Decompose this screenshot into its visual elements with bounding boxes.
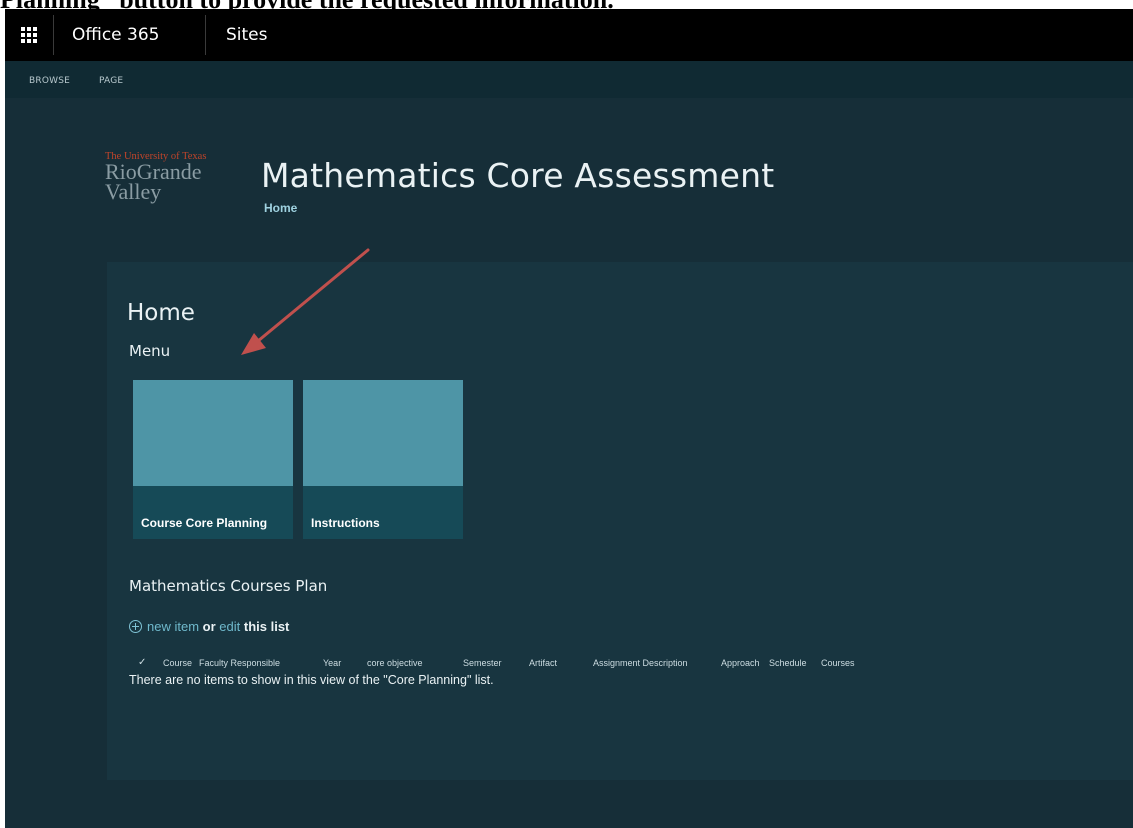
ribbon-tab-browse[interactable]: BROWSE	[29, 61, 70, 98]
suite-divider	[53, 15, 54, 55]
tile-image-area	[133, 380, 293, 486]
column-header-courses[interactable]: Courses	[821, 658, 855, 668]
select-all-check-icon[interactable]: ✓	[138, 657, 146, 668]
column-header-schedule[interactable]: Schedule	[769, 658, 807, 668]
utrgv-logo[interactable]: The University of Texas RioGrande Valley	[105, 151, 245, 211]
column-header-artifact[interactable]: Artifact	[529, 658, 557, 668]
menu-title: Menu	[129, 342, 171, 360]
logo-line-3: Valley	[105, 179, 162, 204]
tile-caption-area	[133, 486, 293, 539]
content-panel: Home Menu Course Core Planning Instructi…	[107, 262, 1133, 780]
tile-caption-area	[303, 486, 463, 539]
column-header-assignment-description[interactable]: Assignment Description	[593, 658, 688, 668]
sites-link[interactable]: Sites	[226, 9, 268, 61]
site-canvas: The University of Texas RioGrande Valley…	[5, 98, 1133, 828]
tile-instructions[interactable]: Instructions	[303, 380, 463, 539]
column-header-approach[interactable]: Approach	[721, 658, 760, 668]
waffle-icon	[21, 27, 37, 43]
or-text: or	[202, 619, 216, 634]
edit-list-link[interactable]: edit	[219, 619, 240, 634]
tile-course-core-planning[interactable]: Course Core Planning	[133, 380, 293, 539]
list-actions: new item or edit this list	[129, 619, 289, 634]
breadcrumb-home-link[interactable]: Home	[264, 201, 297, 215]
add-circle-icon[interactable]	[129, 620, 142, 633]
tile-image-area	[303, 380, 463, 486]
list-empty-message: There are no items to show in this view …	[129, 673, 494, 687]
ribbon-bar: BROWSE PAGE	[5, 61, 1133, 98]
tile-label: Instructions	[311, 516, 380, 530]
column-header-semester[interactable]: Semester	[463, 658, 502, 668]
browser-frame: Office 365 Sites BROWSE PAGE The Univers…	[0, 9, 1133, 828]
this-list-text: this list	[243, 619, 290, 634]
new-item-link[interactable]: new item	[147, 619, 199, 634]
column-header-year[interactable]: Year	[323, 658, 341, 668]
office365-brand-link[interactable]: Office 365	[72, 9, 159, 61]
suite-bar: Office 365 Sites	[5, 9, 1133, 61]
page-title: Home	[127, 300, 195, 326]
column-header-faculty-responsible[interactable]: Faculty Responsible	[199, 658, 280, 668]
app-launcher-button[interactable]	[5, 9, 53, 61]
tile-label: Course Core Planning	[141, 516, 268, 530]
list-title[interactable]: Mathematics Courses Plan	[129, 577, 327, 595]
column-header-core-objective[interactable]: core objective	[367, 658, 423, 668]
site-title[interactable]: Mathematics Core Assessment	[261, 156, 774, 195]
document-heading: Planning” button to provide the requeste…	[0, 0, 614, 14]
ribbon-tab-page[interactable]: PAGE	[99, 61, 123, 98]
column-header-course[interactable]: Course	[163, 658, 192, 668]
suite-divider	[205, 15, 206, 55]
